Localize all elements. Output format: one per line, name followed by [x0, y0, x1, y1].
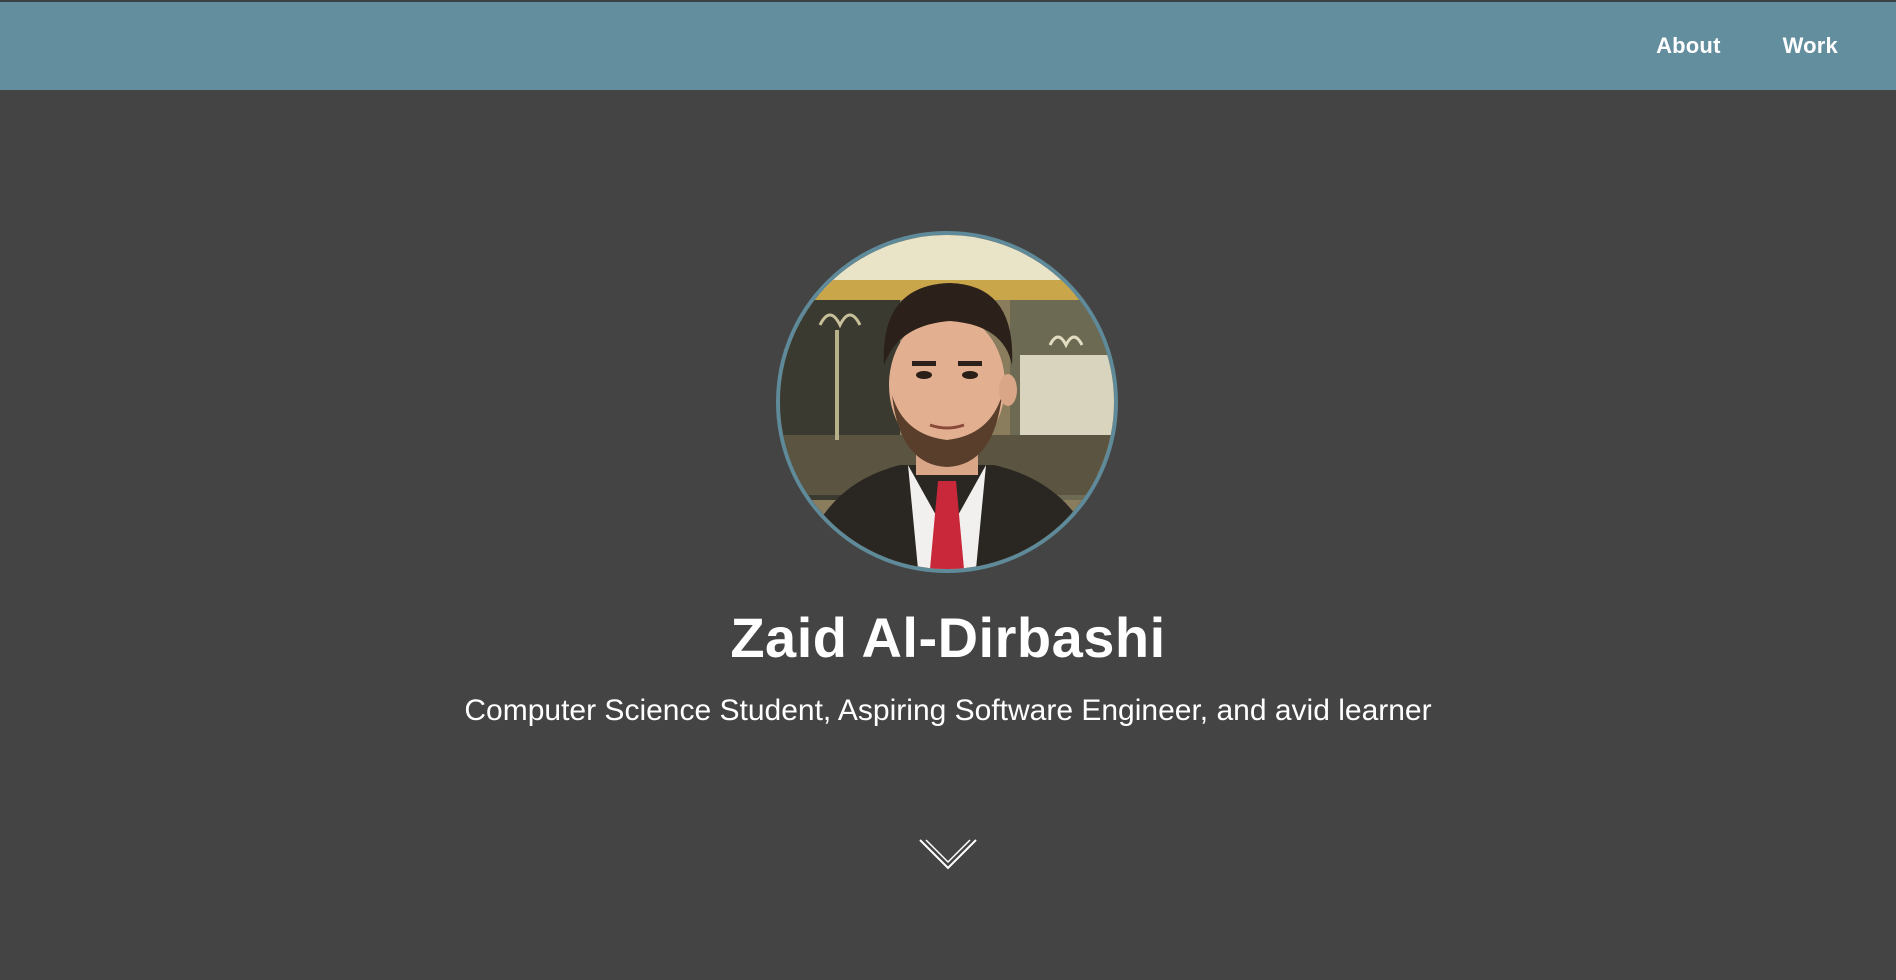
chevron-down-icon-svg [919, 839, 977, 870]
nav-link-work[interactable]: Work [1783, 33, 1838, 59]
nav-link-about[interactable]: About [1656, 33, 1721, 59]
profile-avatar [776, 231, 1118, 573]
profile-photo-illustration [780, 235, 1114, 569]
profile-name: Zaid Al-Dirbashi [730, 606, 1166, 669]
chevron-down-icon[interactable] [918, 834, 978, 880]
nav-links: About Work [1656, 2, 1896, 90]
navbar: About Work [0, 2, 1896, 90]
profile-tagline: Computer Science Student, Aspiring Softw… [464, 694, 1432, 727]
